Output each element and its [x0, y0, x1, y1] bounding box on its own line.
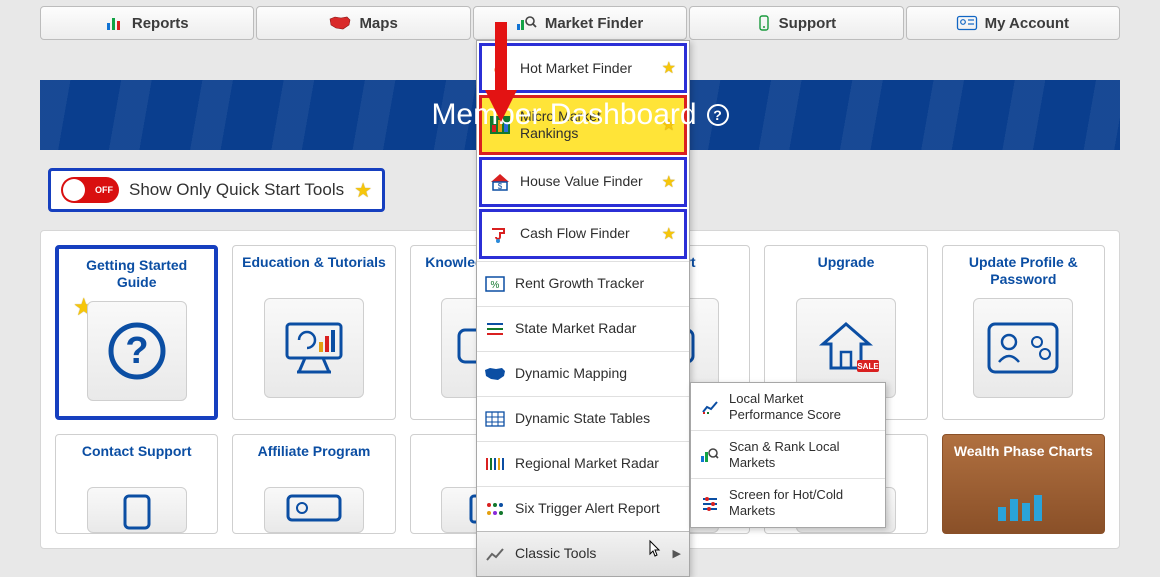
- nav-label: Market Finder: [545, 15, 643, 32]
- banner-title: Member Dashboard: [431, 98, 696, 132]
- card-profile[interactable]: Update Profile & Password: [942, 245, 1105, 420]
- card-title: Getting Started Guide: [59, 257, 214, 291]
- nav-label: Reports: [132, 15, 189, 32]
- house-chart-icon: $: [488, 170, 512, 194]
- quick-start-switch[interactable]: OFF: [61, 177, 119, 203]
- card-contact-support[interactable]: Contact Support: [55, 434, 218, 534]
- top-nav: Reports Maps Market Finder Support My Ac…: [0, 0, 1160, 40]
- star-icon: ★: [662, 224, 676, 244]
- chevron-right-icon: ▶: [673, 547, 681, 560]
- svg-text:SALE: SALE: [857, 362, 879, 371]
- sm-scan-rank[interactable]: Scan & Rank Local Markets: [691, 430, 885, 478]
- barcode-icon: [483, 452, 507, 476]
- dd-cash-flow-finder[interactable]: Cash Flow Finder ★: [479, 209, 687, 259]
- sm-local-performance[interactable]: Local Market Performance Score: [691, 383, 885, 430]
- card-tile: ?: [87, 301, 187, 401]
- trend-up-icon: [699, 396, 721, 418]
- card-getting-started[interactable]: Getting Started Guide ★ ?: [55, 245, 218, 420]
- dd-label: Regional Market Radar: [515, 455, 681, 472]
- card-title: Upgrade: [812, 254, 881, 288]
- card-education[interactable]: Education & Tutorials: [232, 245, 395, 420]
- search-bars-icon: [699, 444, 721, 466]
- cursor-icon: [647, 540, 663, 565]
- dd-label: House Value Finder: [520, 173, 654, 190]
- nav-reports[interactable]: Reports: [40, 6, 254, 40]
- dd-rent-growth-tracker[interactable]: % Rent Growth Tracker: [477, 261, 689, 306]
- dd-label: Cash Flow Finder: [520, 225, 654, 242]
- percent-house-icon: %: [483, 272, 507, 296]
- card-title: Wealth Phase Charts: [948, 443, 1099, 477]
- sm-label: Scan & Rank Local Markets: [729, 439, 877, 470]
- card-title: Contact Support: [76, 443, 198, 477]
- card-title: Update Profile & Password: [943, 254, 1104, 288]
- sm-label: Screen for Hot/Cold Markets: [729, 487, 877, 518]
- sliders-icon: [699, 492, 721, 514]
- dot-grid-icon: [483, 497, 507, 521]
- card-tile: [87, 487, 187, 533]
- usa-map-icon: [483, 362, 507, 386]
- nav-support[interactable]: Support: [689, 6, 903, 40]
- card-tile: [264, 298, 364, 398]
- annotation-arrow: [481, 18, 521, 133]
- star-icon: ★: [662, 58, 676, 78]
- faucet-icon: [488, 222, 512, 246]
- dd-dynamic-state-tables[interactable]: Dynamic State Tables: [477, 396, 689, 441]
- nav-maps[interactable]: Maps: [256, 6, 470, 40]
- dd-label: State Market Radar: [515, 320, 681, 337]
- dd-dynamic-mapping[interactable]: Dynamic Mapping: [477, 351, 689, 396]
- bar-chart-icon: [106, 15, 124, 31]
- classic-tools-submenu: Local Market Performance Score Scan & Ra…: [690, 382, 886, 528]
- card-wealth-phase[interactable]: Wealth Phase Charts: [942, 434, 1105, 534]
- list-icon: [483, 317, 507, 341]
- usa-map-icon: [329, 16, 351, 30]
- headset-icon: [757, 15, 771, 31]
- sm-label: Local Market Performance Score: [729, 391, 877, 422]
- star-icon: ★: [662, 172, 676, 192]
- card-tile: [973, 487, 1073, 533]
- switch-state: OFF: [95, 185, 113, 195]
- nav-label: Support: [779, 15, 837, 32]
- switch-knob: [63, 179, 85, 201]
- dd-state-market-radar[interactable]: State Market Radar: [477, 306, 689, 351]
- card-tile: [973, 298, 1073, 398]
- table-icon: [483, 407, 507, 431]
- dd-label: Six Trigger Alert Report: [515, 500, 681, 517]
- card-title: Affiliate Program: [252, 443, 377, 477]
- nav-label: My Account: [985, 15, 1069, 32]
- quick-start-toggle-row: OFF Show Only Quick Start Tools ★: [48, 168, 385, 212]
- dd-label: Classic Tools: [515, 545, 665, 562]
- toggle-label: Show Only Quick Start Tools: [129, 180, 344, 200]
- card-tile: [264, 487, 364, 533]
- trend-icon: [483, 542, 507, 566]
- nav-label: Maps: [359, 15, 397, 32]
- dd-classic-tools[interactable]: Classic Tools ▶: [477, 531, 689, 576]
- card-title: Education & Tutorials: [236, 254, 392, 288]
- svg-text:$: $: [498, 182, 503, 191]
- id-card-icon: [957, 16, 977, 30]
- card-affiliate[interactable]: Affiliate Program: [232, 434, 395, 534]
- svg-text:?: ?: [125, 330, 148, 372]
- dd-label: Dynamic Mapping: [515, 365, 681, 382]
- svg-text:%: %: [491, 280, 500, 291]
- star-icon: ★: [354, 178, 372, 203]
- dd-six-trigger-alert[interactable]: Six Trigger Alert Report: [477, 486, 689, 531]
- dd-regional-market-radar[interactable]: Regional Market Radar: [477, 441, 689, 486]
- dd-label: Hot Market Finder: [520, 60, 654, 77]
- help-icon[interactable]: ?: [707, 104, 729, 126]
- dd-house-value-finder[interactable]: $ House Value Finder ★: [479, 157, 687, 207]
- nav-my-account[interactable]: My Account: [906, 6, 1120, 40]
- dd-label: Dynamic State Tables: [515, 410, 681, 427]
- dd-label: Rent Growth Tracker: [515, 275, 681, 292]
- sm-screen-hotcold[interactable]: Screen for Hot/Cold Markets: [691, 478, 885, 526]
